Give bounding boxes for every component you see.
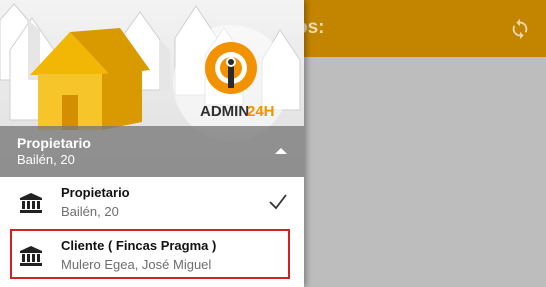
chevron-up-icon[interactable] [274, 146, 288, 156]
account-switcher[interactable]: Propietario Bailén, 20 [0, 126, 304, 177]
logo-text-suffix: 24H [247, 103, 275, 120]
account-item-propietario[interactable]: Propietario Bailén, 20 [0, 177, 304, 231]
highlight-annotation [10, 229, 290, 279]
drawer-header: ADMIN 24H Propietario Bailén, 20 [0, 0, 304, 177]
logo-text-prefix: ADMIN [200, 103, 249, 120]
current-account-name: Propietario [17, 135, 91, 151]
account-item-subtitle: Bailén, 20 [61, 204, 119, 219]
bank-icon [20, 193, 42, 213]
sync-icon[interactable] [509, 18, 531, 40]
check-icon [269, 194, 287, 210]
account-item-title: Propietario [61, 185, 130, 200]
current-account-address: Bailén, 20 [17, 152, 75, 167]
navigation-drawer: ADMIN 24H Propietario Bailén, 20 Propiet… [0, 0, 304, 287]
